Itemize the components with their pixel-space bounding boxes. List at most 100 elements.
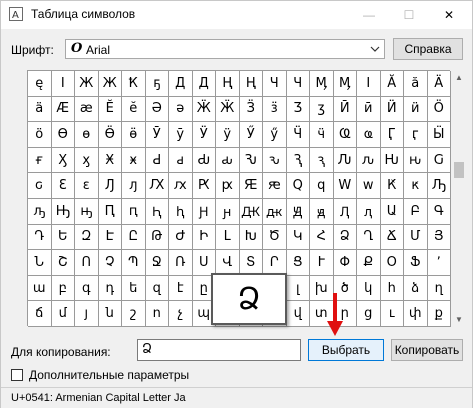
grid-cell[interactable]: Ԇ	[286, 147, 310, 174]
font-select[interactable]: O Arial	[65, 39, 385, 59]
grid-cell[interactable]: վ	[286, 301, 310, 327]
grid-cell[interactable]: ӵ	[310, 122, 334, 148]
grid-cell[interactable]: ӯ	[169, 122, 193, 148]
grid-cell[interactable]: չ	[169, 301, 193, 327]
grid-cell[interactable]: է	[169, 275, 193, 302]
select-button[interactable]: Выбрать	[308, 339, 384, 361]
grid-cell[interactable]: Ԙ	[239, 173, 263, 199]
grid-cell[interactable]: Ԩ	[192, 199, 216, 225]
grid-cell[interactable]: Ӝ	[216, 96, 240, 123]
grid-cell[interactable]: ӫ	[122, 122, 146, 148]
grid-cell[interactable]: ա	[28, 275, 52, 302]
grid-cell[interactable]: Ӣ	[333, 96, 357, 123]
grid-cell[interactable]: Ӱ	[192, 122, 216, 148]
grid-cell[interactable]: ց	[357, 301, 381, 327]
grid-cell[interactable]: Ӥ	[380, 96, 404, 123]
grid-cell[interactable]: ӟ	[263, 96, 287, 123]
grid-cell[interactable]: Տ	[239, 250, 263, 276]
grid-cell[interactable]: ն	[98, 301, 122, 327]
grid-cell[interactable]: Ԛ	[286, 173, 310, 199]
grid-cell[interactable]: Չ	[98, 250, 122, 276]
grid-cell[interactable]: ԧ	[169, 199, 193, 225]
grid-cell[interactable]: ԃ	[216, 147, 240, 174]
grid-cell[interactable]: Ԑ	[51, 173, 75, 199]
grid-cell[interactable]: Ԝ	[333, 173, 357, 199]
grid-cell[interactable]: ӣ	[357, 96, 381, 123]
grid-cell[interactable]: Ж	[75, 71, 99, 97]
grid-cell[interactable]: Լ	[216, 224, 240, 251]
grid-cell[interactable]: ö	[28, 122, 52, 148]
grid-cell[interactable]: ғ	[28, 147, 52, 174]
grid-cell[interactable]: բ	[51, 275, 75, 302]
grid-cell[interactable]: յ	[75, 301, 99, 327]
grid-cell[interactable]: Ԕ	[145, 173, 169, 199]
grid-cell[interactable]: Ӎ	[333, 71, 357, 97]
grid-cell[interactable]: Դ	[28, 224, 52, 251]
grid-cell[interactable]: Ԉ	[333, 147, 357, 174]
grid-cell[interactable]: Է	[98, 224, 122, 251]
grid-cell[interactable]: Ж	[98, 71, 122, 97]
grid-cell[interactable]: Ĕ	[98, 96, 122, 123]
grid-scrollbar[interactable]: ▲ ▼	[452, 70, 466, 326]
grid-cell[interactable]: ӳ	[263, 122, 287, 148]
grid-cell[interactable]: Ց	[286, 250, 310, 276]
grid-cell[interactable]: Ֆ	[404, 250, 428, 276]
grid-cell[interactable]: Ԯ	[333, 199, 357, 225]
grid-cell[interactable]: Ҟ	[122, 71, 146, 97]
grid-cell[interactable]: Ջ	[145, 250, 169, 276]
grid-cell[interactable]: Ө	[51, 122, 75, 148]
grid-cell[interactable]: Զ	[75, 224, 99, 251]
grid-cell[interactable]: ҕ	[145, 71, 169, 97]
grid-cell[interactable]: Ӡ	[286, 96, 310, 123]
grid-cell[interactable]: Փ	[333, 250, 357, 276]
grid-cell[interactable]: ւ	[380, 301, 404, 327]
grid-cell[interactable]: Ժ	[169, 224, 193, 251]
close-button[interactable]: ✕	[429, 1, 469, 29]
grid-cell[interactable]: Ք	[357, 250, 381, 276]
grid-cell[interactable]: ӿ	[122, 147, 146, 174]
grid-cell[interactable]: փ	[404, 301, 428, 327]
grid-cell[interactable]: Ԟ	[380, 173, 404, 199]
grid-cell[interactable]: Ӯ	[145, 122, 169, 148]
grid-cell[interactable]: Ԃ	[192, 147, 216, 174]
scroll-up-icon[interactable]: ▲	[452, 70, 466, 84]
grid-cell[interactable]: Ԅ	[239, 147, 263, 174]
grid-cell[interactable]: ԣ	[75, 199, 99, 225]
minimize-button[interactable]: —	[349, 1, 389, 29]
grid-cell[interactable]: Վ	[216, 250, 240, 276]
grid-cell[interactable]: Ң	[216, 71, 240, 97]
grid-cell[interactable]: Ӳ	[239, 122, 263, 148]
grid-cell[interactable]: Ն	[28, 250, 52, 276]
grid-cell[interactable]: մ	[51, 301, 75, 327]
grid-cell[interactable]: ԙ	[263, 173, 287, 199]
grid-cell[interactable]: ԡ	[28, 199, 52, 225]
grid-cell[interactable]: Ի	[192, 224, 216, 251]
grid-cell[interactable]: շ	[122, 301, 146, 327]
grid-cell[interactable]: ԓ	[122, 173, 146, 199]
grid-cell[interactable]: ԝ	[357, 173, 381, 199]
grid-cell[interactable]: ԍ	[28, 173, 52, 199]
grid-cell[interactable]: Ԫ	[239, 199, 263, 225]
grid-cell[interactable]: Ո	[75, 250, 99, 276]
grid-cell[interactable]: ԯ	[357, 199, 381, 225]
grid-cell[interactable]: Ҩ	[333, 122, 357, 148]
grid-cell[interactable]: ә	[169, 96, 193, 123]
grid-cell[interactable]: Ԭ	[286, 199, 310, 225]
grid-cell[interactable]: ԥ	[122, 199, 146, 225]
grid-cell[interactable]: Ӎ	[310, 71, 334, 97]
grid-cell[interactable]: Թ	[145, 224, 169, 251]
grid-cell[interactable]: ę	[28, 71, 52, 97]
grid-cell[interactable]: ԛ	[310, 173, 334, 199]
grid-cell[interactable]: կ	[357, 275, 381, 302]
grid-cell[interactable]: Ԣ	[51, 199, 75, 225]
grid-cell[interactable]: դ	[98, 275, 122, 302]
grid-cell[interactable]: ք	[427, 301, 451, 327]
grid-cell[interactable]: Ԗ	[192, 173, 216, 199]
grid-cell[interactable]: Պ	[122, 250, 146, 276]
grid-cell[interactable]: Ղ	[357, 224, 381, 251]
grid-cell[interactable]: Ձ	[333, 224, 357, 251]
grid-cell[interactable]: Ե	[51, 224, 75, 251]
grid-cell[interactable]: ӽ	[75, 147, 99, 174]
grid-cell[interactable]: ԋ	[404, 147, 428, 174]
grid-cell[interactable]: ä	[28, 96, 52, 123]
